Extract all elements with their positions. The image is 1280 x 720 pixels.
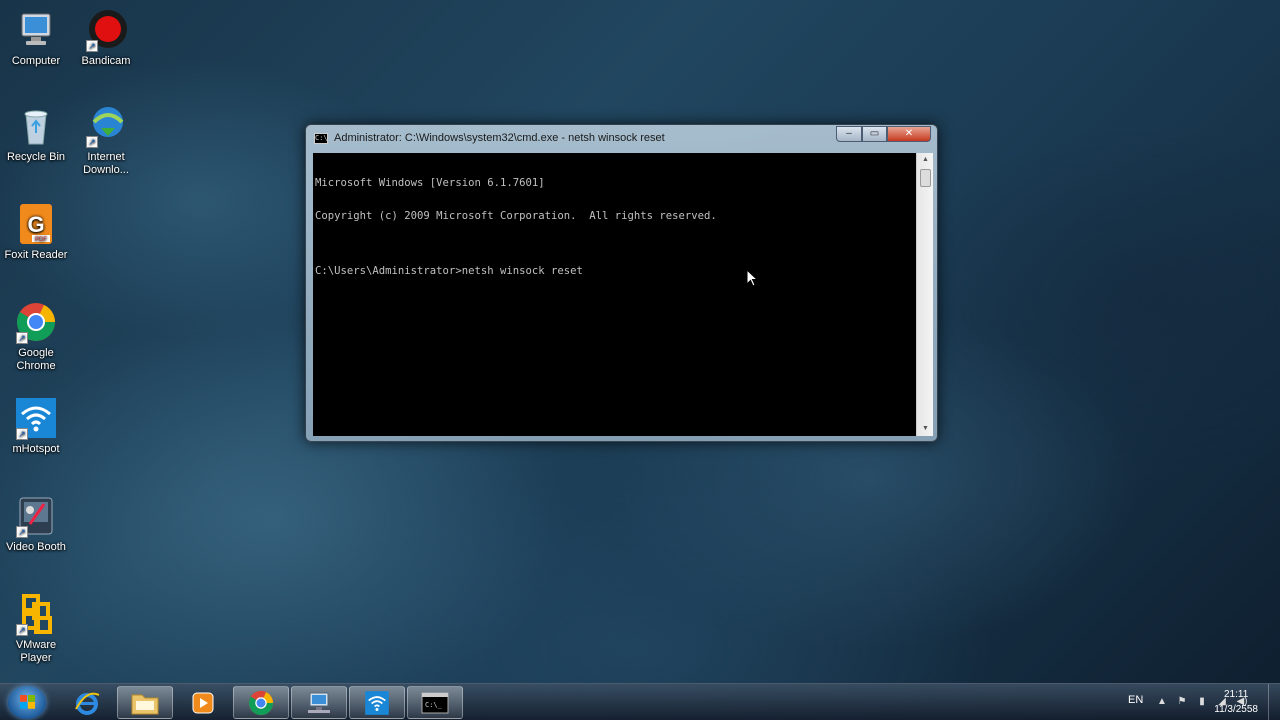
desktop-icon-recycle-bin[interactable]: Recycle Bin — [0, 104, 72, 164]
taskbar-internet-explorer[interactable] — [59, 686, 115, 719]
language-indicator[interactable]: EN — [1128, 694, 1143, 706]
shortcut-arrow-icon: ↗ — [86, 40, 98, 52]
clock-time: 21:11 — [1223, 689, 1249, 700]
desktop-icon-label: VMware Player — [15, 639, 57, 664]
desktop-icon-label: Recycle Bin — [6, 151, 66, 163]
shortcut-arrow-icon: ↗ — [16, 624, 28, 636]
maximize-button[interactable]: ▭ — [862, 126, 887, 142]
scroll-up-arrow-icon[interactable]: ▲ — [917, 153, 934, 167]
window-title: Administrator: C:\Windows\system32\cmd.e… — [334, 132, 665, 144]
desktop-icon-bandicam[interactable]: ↗ Bandicam — [70, 8, 142, 68]
media-player-icon — [192, 692, 214, 713]
cmd-icon: C:\_ — [421, 692, 449, 713]
vmware-icon: ↗ — [14, 592, 58, 636]
show-hidden-icons-icon[interactable]: ▲ — [1156, 696, 1168, 708]
shortcut-arrow-icon: ↗ — [16, 526, 28, 538]
shortcut-arrow-icon: ↗ — [16, 332, 28, 344]
system-tray: EN ▲ ⚑ ▮ ◢ ◀) 21:11 11/3/2558 — [1060, 684, 1280, 720]
taskbar: C:\_ EN ▲ ⚑ ▮ ◢ ◀) 21:11 11/3/2558 — [0, 683, 1280, 720]
chrome-icon — [248, 690, 274, 715]
taskbar-network[interactable] — [291, 686, 347, 719]
desktop-icon-vmware-player[interactable]: ↗ VMware Player — [0, 592, 72, 665]
taskbar-command-prompt[interactable]: C:\_ — [407, 686, 463, 719]
recycle-bin-icon — [14, 104, 58, 148]
desktop-icon-internet-download-manager[interactable]: ↗ Internet Downlo... — [70, 104, 142, 177]
windows-logo-icon — [20, 695, 35, 709]
console-prompt-line: C:\Users\Administrator>netsh winsock res… — [315, 265, 583, 277]
shortcut-arrow-icon: ↗ — [16, 428, 28, 440]
desktop-icon-video-booth[interactable]: ↗ Video Booth — [0, 494, 72, 554]
folder-icon — [131, 694, 159, 714]
action-center-flag-icon[interactable]: ⚑ — [1176, 696, 1188, 708]
desktop-icon-mhotspot[interactable]: ↗ mHotspot — [0, 396, 72, 456]
console-line: Copyright (c) 2009 Microsoft Corporation… — [315, 210, 717, 222]
vertical-scrollbar[interactable]: ▲ ▼ — [916, 153, 933, 436]
shortcut-arrow-icon: ↗ — [86, 136, 98, 148]
desktop-icon-label: mHotspot — [12, 443, 60, 455]
bandicam-icon: ↗ — [84, 8, 128, 52]
taskbar-windows-explorer[interactable] — [117, 686, 173, 719]
svg-text:PDF: PDF — [35, 237, 47, 243]
desktop-icon-label: Computer — [11, 55, 61, 67]
minimize-button[interactable]: – — [836, 126, 862, 142]
clock[interactable]: 21:11 11/3/2558 — [1214, 687, 1258, 717]
network-icon — [308, 692, 330, 713]
ie-icon — [75, 692, 100, 715]
close-button[interactable]: ✕ — [887, 126, 931, 142]
taskbar-media-player[interactable] — [175, 686, 231, 719]
taskbar-google-chrome[interactable] — [233, 686, 289, 719]
console-output[interactable]: Microsoft Windows [Version 6.1.7601] Cop… — [313, 153, 916, 436]
console-line: Microsoft Windows [Version 6.1.7601] — [315, 177, 545, 189]
computer-icon — [14, 8, 58, 52]
desktop-icon-foxit-reader[interactable]: G PDF Foxit Reader — [0, 202, 72, 262]
show-desktop-button[interactable] — [1268, 684, 1280, 720]
desktop-icon-label: Bandicam — [81, 55, 131, 67]
start-button[interactable] — [8, 686, 46, 719]
svg-text:C:\_: C:\_ — [425, 701, 443, 709]
desktop-icon-computer[interactable]: Computer — [0, 8, 72, 68]
desktop-icon-label: Google Chrome — [16, 347, 56, 372]
scrollbar-thumb[interactable] — [920, 169, 931, 187]
power-icon[interactable]: ▮ — [1196, 696, 1208, 708]
desktop-icon-label: Internet Downlo... — [83, 151, 129, 176]
wifi-icon: ↗ — [14, 396, 58, 440]
window-controls: – ▭ ✕ — [836, 126, 931, 142]
desktop-icon-google-chrome[interactable]: ↗ Google Chrome — [0, 300, 72, 373]
wifi-icon — [365, 690, 389, 715]
desktop-icon-label: Video Booth — [6, 541, 66, 553]
video-booth-icon: ↗ — [14, 494, 58, 538]
svg-text:G: G — [27, 212, 44, 237]
clock-date: 11/3/2558 — [1214, 704, 1258, 715]
chrome-icon: ↗ — [14, 300, 58, 344]
cmd-window[interactable]: C:\ Administrator: C:\Windows\system32\c… — [305, 124, 938, 442]
cmd-icon: C:\ — [314, 132, 328, 144]
foxit-reader-icon: G PDF — [14, 202, 58, 246]
mouse-cursor-icon — [746, 269, 758, 287]
taskbar-mhotspot[interactable] — [349, 686, 405, 719]
scroll-down-arrow-icon[interactable]: ▼ — [917, 422, 934, 436]
desktop-icon-label: Foxit Reader — [4, 249, 68, 261]
internet-download-manager-icon: ↗ — [84, 104, 128, 148]
